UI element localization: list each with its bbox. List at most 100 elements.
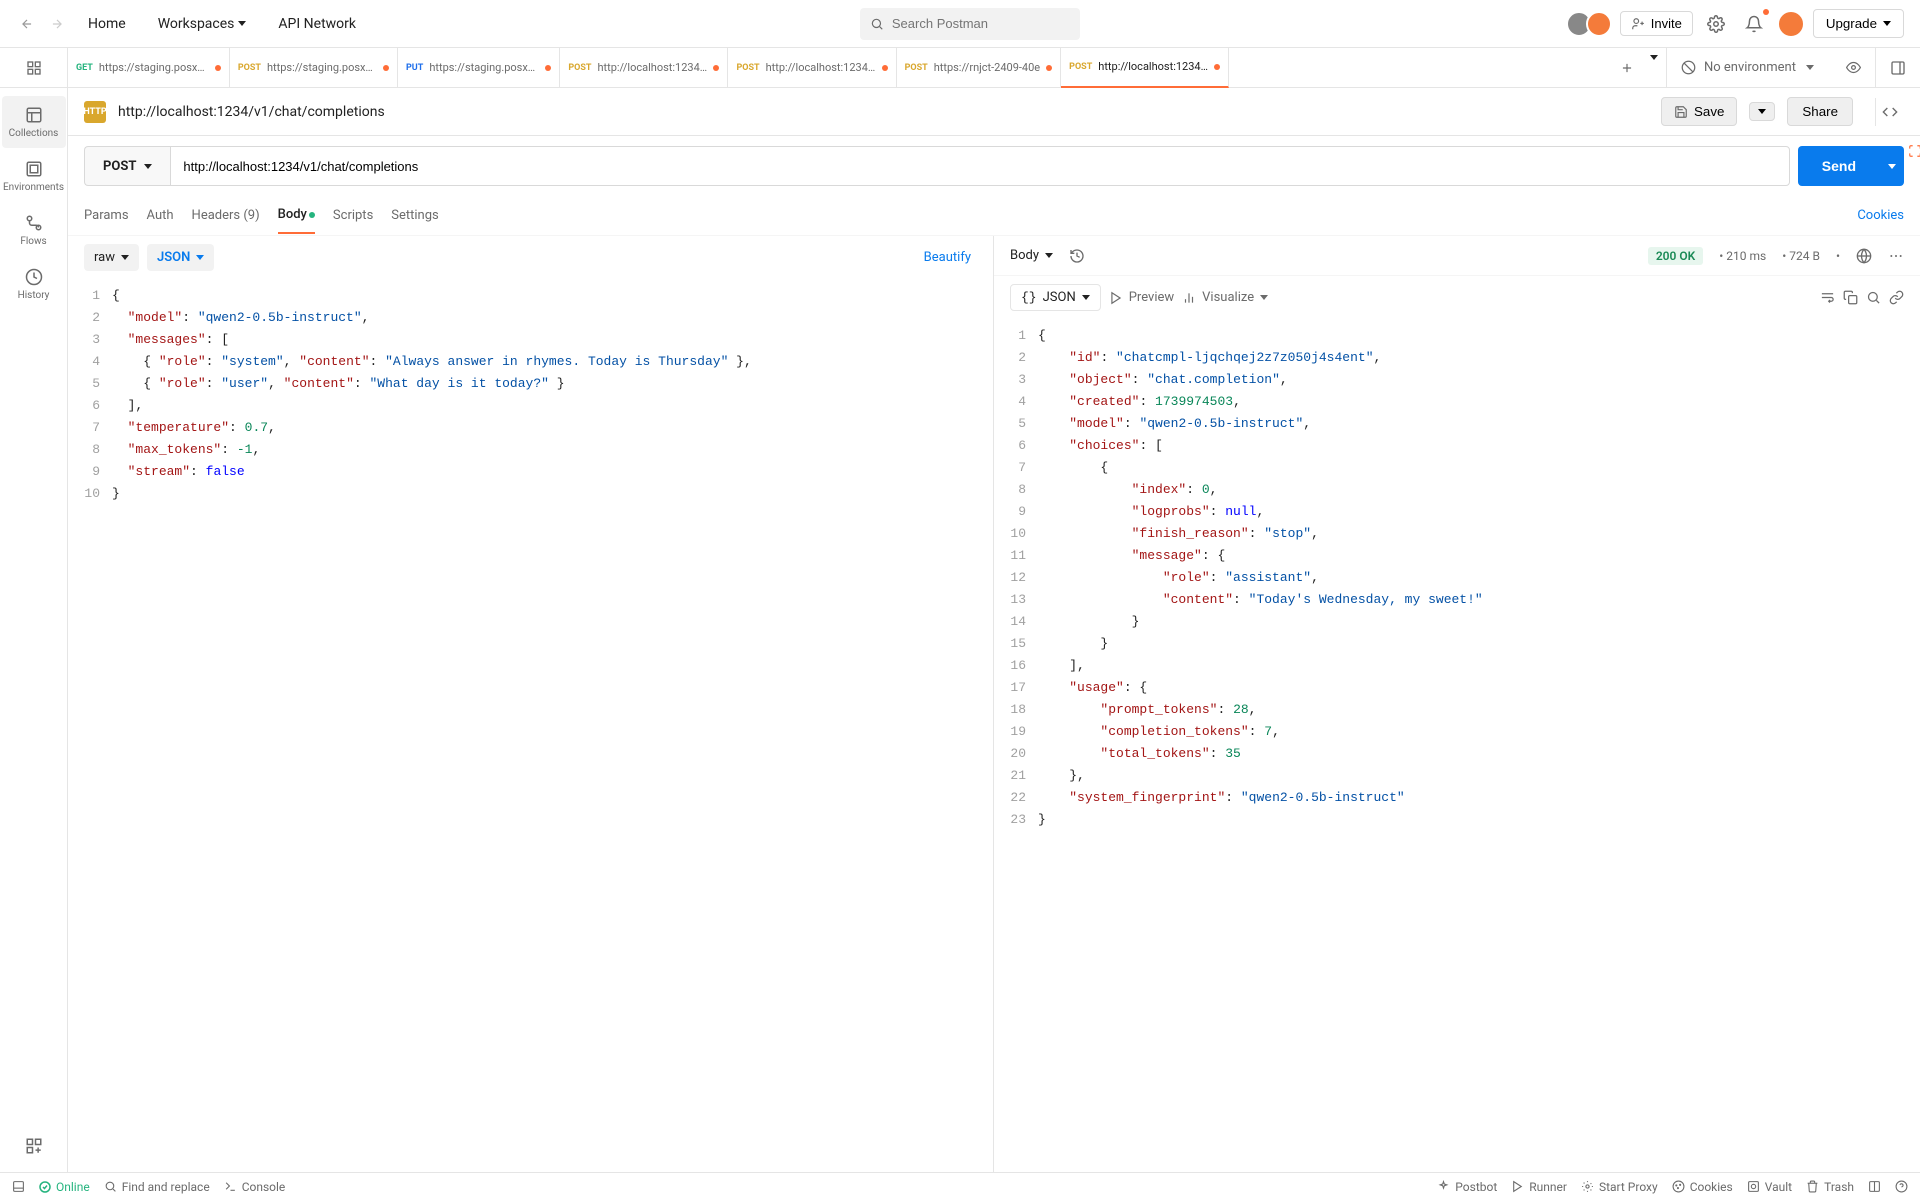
sidebar-item-history[interactable]: History: [2, 258, 66, 310]
response-more-button[interactable]: [1888, 248, 1904, 264]
new-tab-button[interactable]: [1612, 61, 1642, 75]
sync-status[interactable]: Online: [39, 1180, 90, 1194]
response-size: • 724 B: [1782, 249, 1820, 263]
console-button[interactable]: Console: [224, 1180, 286, 1194]
tab-title: https://rnjct-2409-40e: [934, 61, 1040, 74]
request-tab[interactable]: PUThttps://staging.posxdat: [398, 48, 560, 88]
unsaved-dot: [713, 65, 719, 71]
request-tab[interactable]: POSThttp://localhost:1234/v: [728, 48, 896, 88]
postbot-label: Postbot: [1455, 1180, 1497, 1194]
footer-cookies-button[interactable]: Cookies: [1672, 1180, 1733, 1194]
globe-icon: [1856, 248, 1872, 264]
sidebar-add-button[interactable]: [2, 1120, 66, 1172]
tab-auth[interactable]: Auth: [147, 198, 174, 233]
preview-button[interactable]: Preview: [1109, 290, 1174, 305]
postbot-button[interactable]: Postbot: [1437, 1180, 1497, 1194]
search-response-button[interactable]: [1866, 290, 1881, 305]
vault-button[interactable]: Vault: [1747, 1180, 1792, 1194]
beautify-button[interactable]: Beautify: [918, 244, 977, 271]
collections-icon: [25, 106, 43, 124]
method-tag: PUT: [406, 63, 423, 73]
chevron-down-icon: [121, 255, 129, 260]
sidebar-item-collections[interactable]: Collections: [2, 96, 66, 148]
response-format-select[interactable]: {}JSON: [1010, 284, 1101, 311]
request-tab[interactable]: POSThttps://rnjct-2409-40e: [897, 48, 1062, 88]
cookies-link[interactable]: Cookies: [1857, 208, 1904, 223]
wrap-button[interactable]: [1820, 290, 1835, 305]
trash-button[interactable]: Trash: [1806, 1180, 1854, 1194]
request-body-pane: raw JSON Beautify 1{2 "model": "qwen2-0.…: [68, 236, 994, 1172]
link-icon: [1889, 290, 1904, 305]
sync-label: Online: [56, 1180, 90, 1194]
request-tab[interactable]: POSThttps://staging.posxda: [230, 48, 398, 88]
right-panel-toggle[interactable]: [1875, 48, 1920, 87]
notifications-button[interactable]: [1739, 9, 1769, 39]
tab-settings[interactable]: Settings: [391, 198, 438, 233]
help-button[interactable]: [1895, 1180, 1908, 1193]
tab-title: http://localhost:1234/v: [1098, 60, 1208, 73]
method-select[interactable]: POST: [84, 146, 170, 186]
save-dropdown[interactable]: [1749, 102, 1775, 121]
request-content: HTTP http://localhost:1234/v1/chat/compl…: [68, 88, 1920, 1172]
nav-workspaces[interactable]: Workspaces: [146, 8, 259, 40]
method-tag: POST: [736, 63, 759, 73]
forward-button[interactable]: [46, 13, 68, 35]
code-panel-toggle[interactable]: [1875, 98, 1904, 126]
proxy-button[interactable]: Start Proxy: [1581, 1180, 1658, 1194]
chevron-down-icon: [1260, 295, 1268, 300]
body-lang-select[interactable]: JSON: [147, 244, 214, 271]
settings-button[interactable]: [1701, 9, 1731, 39]
tab-scripts[interactable]: Scripts: [333, 198, 373, 233]
eye-icon[interactable]: [1846, 60, 1861, 75]
sidebar-label: Collections: [9, 128, 59, 139]
chevron-down-icon: [1650, 55, 1658, 75]
url-input[interactable]: [170, 146, 1789, 186]
request-body-editor[interactable]: 1{2 "model": "qwen2-0.5b-instruct",3 "me…: [68, 279, 993, 1172]
tab-body[interactable]: Body: [278, 197, 315, 234]
share-button[interactable]: Share: [1787, 97, 1853, 126]
nav-home[interactable]: Home: [76, 8, 138, 40]
request-tab[interactable]: GEThttps://staging.posxdat: [68, 48, 230, 88]
send-button[interactable]: Send: [1798, 146, 1880, 186]
user-avatar[interactable]: [1777, 10, 1805, 38]
response-tab-body[interactable]: Body: [1010, 248, 1053, 263]
body-type-select[interactable]: raw: [84, 244, 139, 271]
footer-panel-toggle[interactable]: [12, 1180, 25, 1193]
sidebar-toggle[interactable]: [0, 48, 68, 87]
send-dropdown[interactable]: [1880, 146, 1904, 186]
layout-switch-button[interactable]: [1868, 1180, 1881, 1193]
request-tabs: GEThttps://staging.posxdatPOSThttps://st…: [68, 48, 1612, 88]
nav-api-network[interactable]: API Network: [266, 8, 368, 40]
save-button[interactable]: Save: [1661, 97, 1737, 126]
response-history-button[interactable]: [1069, 248, 1085, 264]
status-bar: Online Find and replace Console Postbot …: [0, 1172, 1920, 1200]
invite-button[interactable]: Invite: [1620, 11, 1693, 36]
copy-icon: [1843, 290, 1858, 305]
tab-headers[interactable]: Headers (9): [192, 198, 260, 233]
request-tab[interactable]: POSThttp://localhost:1234/v: [1061, 48, 1229, 88]
copy-response-button[interactable]: [1843, 290, 1858, 305]
sidebar-item-environments[interactable]: Environments: [2, 150, 66, 202]
tab-overflow-button[interactable]: [1642, 60, 1666, 75]
unsaved-dot: [882, 65, 888, 71]
response-body-viewer[interactable]: 1{2 "id": "chatcmpl-ljqchqej2z7z050j4s4e…: [994, 319, 1920, 1172]
response-tab-label: Body: [1010, 248, 1039, 263]
environment-selector[interactable]: No environment: [1666, 48, 1875, 87]
network-info-button[interactable]: [1856, 248, 1872, 264]
back-button[interactable]: [16, 13, 38, 35]
link-response-button[interactable]: [1889, 290, 1904, 305]
wrap-icon: [1820, 290, 1835, 305]
find-replace-button[interactable]: Find and replace: [104, 1180, 210, 1194]
global-search[interactable]: [860, 8, 1080, 40]
team-avatars[interactable]: [1572, 11, 1612, 37]
request-tab[interactable]: POSThttp://localhost:1234/v: [560, 48, 728, 88]
chevron-down-icon: [1888, 164, 1896, 169]
env-label: No environment: [1704, 60, 1796, 75]
sidebar-item-flows[interactable]: Flows: [2, 204, 66, 256]
search-input[interactable]: [892, 16, 1070, 31]
expand-button[interactable]: [1908, 144, 1920, 158]
runner-button[interactable]: Runner: [1511, 1180, 1567, 1194]
visualize-button[interactable]: Visualize: [1182, 290, 1268, 305]
tab-params[interactable]: Params: [84, 198, 129, 233]
upgrade-button[interactable]: Upgrade: [1813, 9, 1904, 38]
